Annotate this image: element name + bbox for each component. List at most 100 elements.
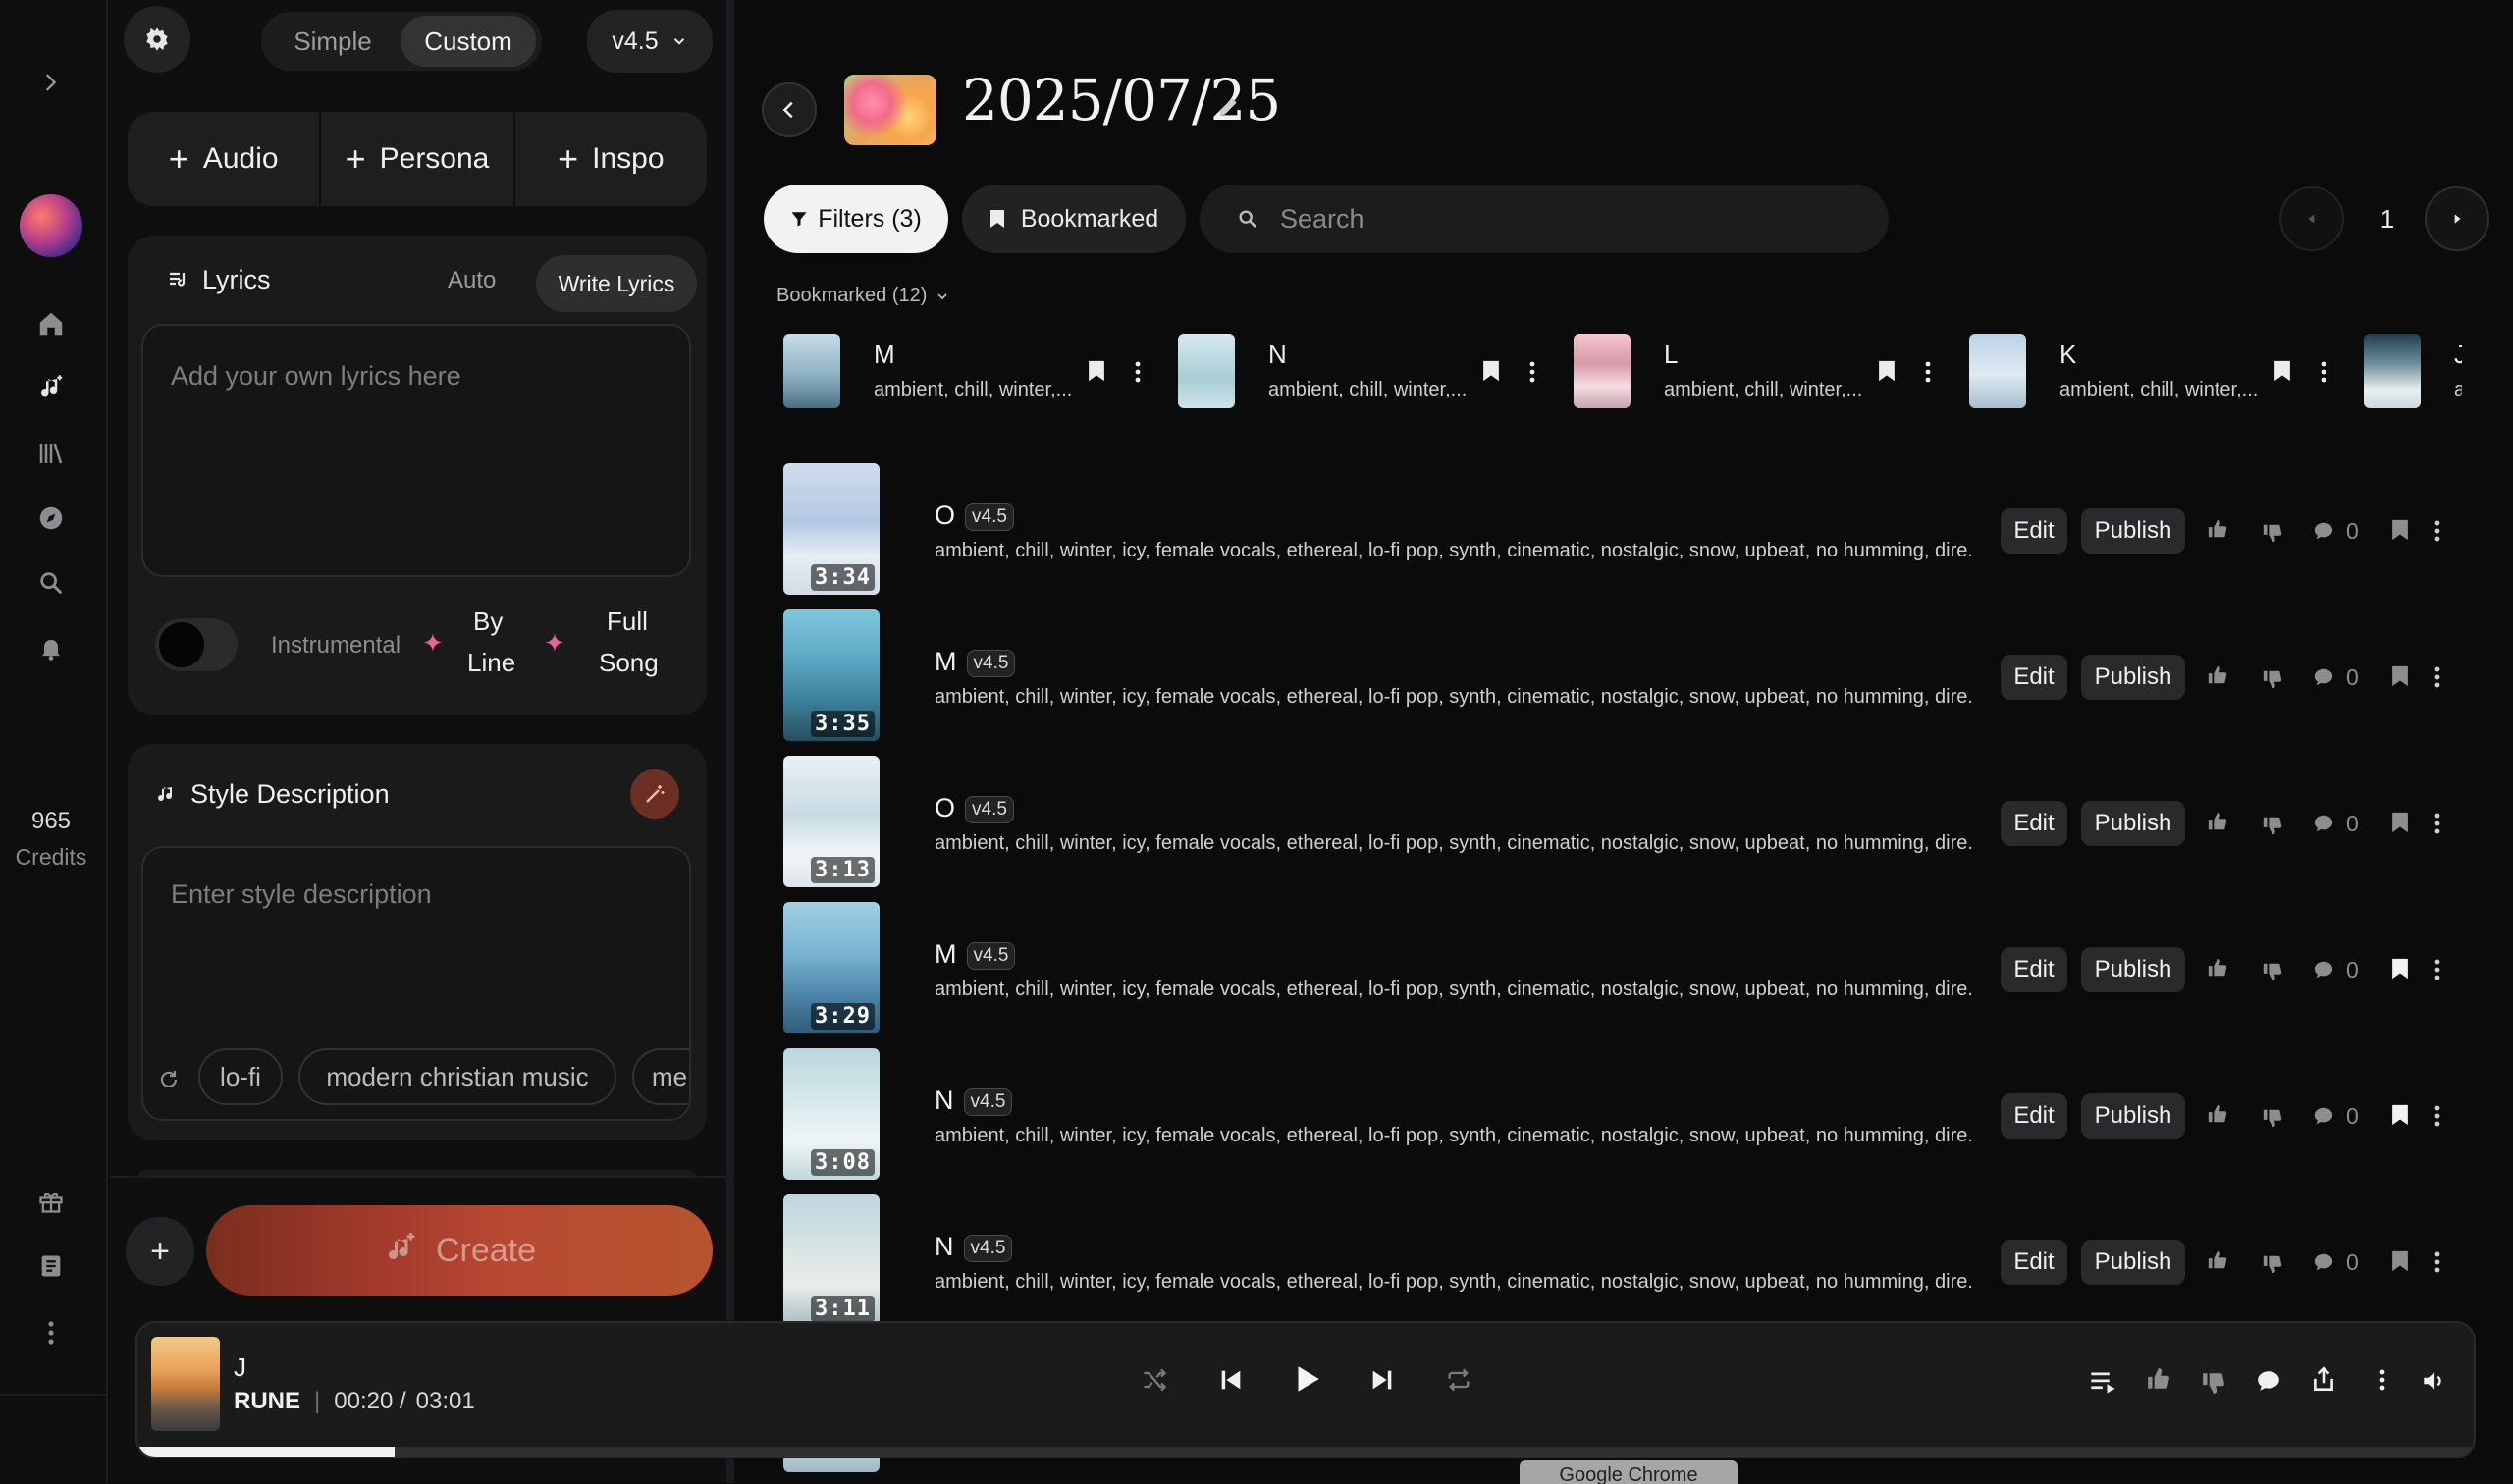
player-artist[interactable]: RUNE [234, 1388, 300, 1415]
expand-sidebar-icon[interactable] [33, 65, 69, 100]
edit-title-pencil-icon[interactable] [1215, 94, 1241, 120]
explore-compass-icon[interactable] [33, 501, 69, 536]
by-line-button[interactable]: ✦ By Line [422, 607, 530, 685]
more-vertical-icon[interactable] [2379, 1368, 2385, 1392]
filters-button[interactable]: Filters (3) [764, 185, 948, 253]
full-song-button[interactable]: ✦ Full Song [544, 607, 671, 685]
back-button[interactable] [762, 82, 817, 137]
publish-button[interactable]: Publish [2081, 1240, 2185, 1285]
thumbs-down-icon[interactable] [2262, 961, 2283, 982]
comment-icon[interactable] [2313, 813, 2334, 834]
thumbs-up-icon[interactable] [2207, 518, 2228, 540]
more-vertical-icon[interactable] [2434, 1251, 2440, 1273]
comment-icon[interactable] [2313, 520, 2334, 542]
bookmark-icon[interactable] [1878, 359, 1896, 383]
bookmark-icon[interactable] [2391, 957, 2409, 980]
player-progress-track[interactable] [137, 1447, 2474, 1457]
bookmark-icon[interactable] [2391, 518, 2409, 542]
style-tag-chip[interactable]: lo-fi [198, 1048, 283, 1105]
more-vertical-icon[interactable] [2434, 813, 2440, 834]
comment-icon[interactable] [2313, 959, 2334, 980]
song-thumbnail[interactable]: 3:29 [783, 902, 880, 1034]
edit-button[interactable]: Edit [2001, 1240, 2067, 1285]
bookmark-icon[interactable] [2391, 664, 2409, 688]
publish-button[interactable]: Publish [2081, 1093, 2185, 1139]
song-title[interactable]: O [935, 501, 955, 530]
edit-button[interactable]: Edit [2001, 655, 2067, 700]
more-vertical-icon[interactable] [2434, 520, 2440, 542]
comment-icon[interactable] [2313, 1251, 2334, 1273]
bookmarked-item[interactable]: N ambient, chill, winter,... [1178, 334, 1571, 408]
thumbs-up-icon[interactable] [2207, 664, 2228, 686]
panel-resize-handle[interactable] [726, 0, 734, 1483]
mode-custom-tab[interactable]: Custom [401, 16, 536, 67]
add-persona-button[interactable]: + Persona [321, 112, 515, 206]
publish-button[interactable]: Publish [2081, 947, 2185, 992]
song-row[interactable]: 3:34 Ov4.5 ambient, chill, winter, icy, fe… [734, 463, 2501, 597]
more-vertical-icon[interactable] [2321, 361, 2326, 383]
gift-icon[interactable] [33, 1184, 69, 1219]
bookmarked-item[interactable]: M ambient, chill, winter,... [783, 334, 1176, 408]
comment-icon[interactable] [2256, 1368, 2281, 1394]
song-row[interactable]: 3:08 Nv4.5 ambient, chill, winter, icy, fe… [734, 1048, 2501, 1182]
add-more-button[interactable]: + [126, 1217, 194, 1286]
song-row[interactable]: 3:11 Nv4.5 ambient, chill, winter, icy, fe… [734, 1194, 2501, 1321]
bookmark-icon[interactable] [1088, 359, 1105, 383]
player-track-title[interactable]: J [234, 1352, 246, 1383]
more-vertical-icon[interactable] [2434, 959, 2440, 980]
thumbs-down-icon[interactable] [2262, 668, 2283, 690]
song-row[interactable]: 3:35 Mv4.5 ambient, chill, winter, icy, fe… [734, 610, 2501, 743]
bookmarked-item[interactable]: J a [2364, 334, 2462, 408]
bookmarked-filter-button[interactable]: Bookmarked [962, 185, 1186, 253]
thumbs-up-icon[interactable] [2207, 811, 2228, 832]
thumbs-up-icon[interactable] [2207, 957, 2228, 979]
model-version-select[interactable]: v4.5 [587, 10, 713, 73]
settings-button[interactable] [124, 6, 190, 73]
bookmarked-heading[interactable]: Bookmarked (12) [776, 285, 950, 307]
home-icon[interactable] [33, 306, 69, 342]
style-textarea[interactable]: Enter style description lo-fi modern chr… [141, 846, 691, 1121]
play-icon[interactable] [1290, 1362, 1323, 1396]
more-vertical-icon[interactable] [2434, 666, 2440, 688]
thumbs-down-icon[interactable] [2262, 522, 2283, 544]
share-icon[interactable] [2311, 1366, 2336, 1394]
library-icon[interactable] [33, 436, 69, 471]
bookmark-icon[interactable] [2391, 1249, 2409, 1273]
publish-button[interactable]: Publish [2081, 508, 2185, 554]
thumbs-down-icon[interactable] [2262, 1253, 2283, 1275]
thumbs-down-icon[interactable] [2201, 1370, 2226, 1396]
lyrics-auto-tab[interactable]: Auto [448, 267, 496, 294]
edit-button[interactable]: Edit [2001, 947, 2067, 992]
prev-page-button[interactable] [2279, 186, 2344, 251]
style-tag-chip[interactable]: me [632, 1048, 689, 1105]
song-thumbnail[interactable]: 3:08 [783, 1048, 880, 1180]
magic-wand-button[interactable] [630, 769, 679, 819]
queue-icon[interactable] [2089, 1368, 2118, 1396]
search-input[interactable]: Search [1200, 185, 1889, 253]
bookmarked-item[interactable]: L ambient, chill, winter,... [1574, 334, 1966, 408]
style-tag-chip[interactable]: modern christian music [298, 1048, 616, 1105]
more-vertical-icon[interactable] [33, 1315, 69, 1351]
lyrics-textarea[interactable]: Add your own lyrics here [141, 324, 691, 577]
more-vertical-icon[interactable] [1529, 361, 1535, 383]
bookmark-icon[interactable] [2273, 359, 2291, 383]
publish-button[interactable]: Publish [2081, 801, 2185, 846]
more-vertical-icon[interactable] [1135, 361, 1141, 383]
thumbs-down-icon[interactable] [2262, 1107, 2283, 1129]
song-row[interactable]: 3:29 Mv4.5 ambient, chill, winter, icy, fe… [734, 902, 2501, 1035]
search-icon[interactable] [33, 565, 69, 601]
song-thumbnail[interactable]: 3:13 [783, 756, 880, 887]
skip-previous-icon[interactable] [1217, 1366, 1245, 1394]
song-title[interactable]: M [935, 647, 957, 676]
bookmark-icon[interactable] [2391, 1103, 2409, 1127]
edit-button[interactable]: Edit [2001, 801, 2067, 846]
song-thumbnail[interactable]: 3:11 [783, 1194, 880, 1321]
song-thumbnail[interactable]: 3:35 [783, 610, 880, 741]
song-row[interactable]: 3:13 Ov4.5 ambient, chill, winter, icy, fe… [734, 756, 2501, 889]
notifications-bell-icon[interactable] [33, 630, 69, 665]
publish-button[interactable]: Publish [2081, 655, 2185, 700]
more-vertical-icon[interactable] [1925, 361, 1931, 383]
skip-next-icon[interactable] [1368, 1366, 1396, 1394]
create-button[interactable]: Create [206, 1205, 713, 1296]
avatar[interactable] [20, 194, 82, 257]
